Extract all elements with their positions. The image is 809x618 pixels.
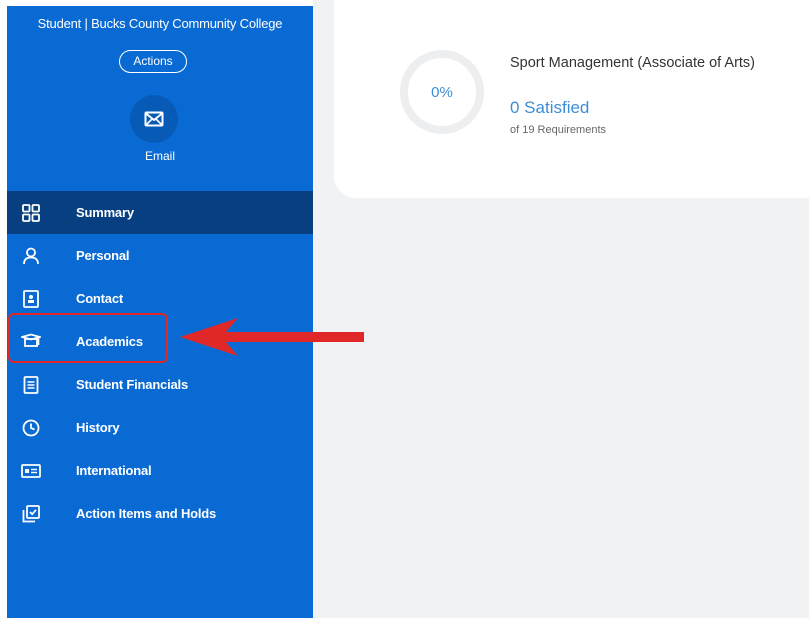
- sidebar-item-label: History: [76, 420, 120, 435]
- sidebar-item-label: International: [76, 463, 152, 478]
- email-label: Email: [144, 149, 175, 163]
- sidebar-item-summary[interactable]: Summary: [7, 191, 313, 234]
- sidebar-item-student-financials[interactable]: Student Financials: [7, 363, 313, 406]
- sidebar-item-action-items-and-holds[interactable]: Action Items and Holds: [7, 492, 313, 535]
- clock-icon: [21, 418, 41, 438]
- sidebar-item-international[interactable]: International: [7, 449, 313, 492]
- document-list-icon: [21, 375, 41, 395]
- profile-title: Student | Bucks County Community College: [37, 16, 283, 31]
- red-arrow-annotation: [180, 318, 364, 356]
- actions-button[interactable]: Actions: [119, 50, 187, 73]
- requirements-card[interactable]: 0% Sport Management (Associate of Arts) …: [334, 0, 809, 198]
- program-name: Sport Management (Associate of Arts): [510, 55, 755, 71]
- sidebar: Student | Bucks County Community College…: [7, 6, 313, 618]
- contact-card-icon: [21, 289, 41, 309]
- email-button[interactable]: [130, 95, 178, 143]
- sidebar-item-label: Action Items and Holds: [76, 506, 217, 521]
- sidebar-item-label: Personal: [76, 248, 130, 263]
- envelope-icon: [144, 111, 164, 127]
- person-icon: [21, 246, 41, 266]
- requirements-total: of 19 Requirements: [510, 124, 606, 136]
- progress-percent: 0%: [431, 83, 453, 101]
- main-content: 0% Sport Management (Associate of Arts) …: [313, 0, 809, 618]
- sidebar-item-history[interactable]: History: [7, 406, 313, 449]
- satisfied-count[interactable]: 0 Satisfied: [510, 98, 589, 118]
- sidebar-nav: Summary Personal Contact Academics Stude…: [7, 191, 313, 535]
- checkbox-stack-icon: [21, 504, 41, 524]
- academics-highlight-box: [8, 313, 168, 363]
- dashboard-icon: [21, 203, 41, 223]
- sidebar-item-label: Contact: [76, 291, 123, 306]
- sidebar-item-personal[interactable]: Personal: [7, 234, 313, 277]
- id-card-icon: [21, 461, 41, 481]
- sidebar-item-label: Summary: [76, 205, 134, 220]
- sidebar-item-label: Student Financials: [76, 377, 188, 392]
